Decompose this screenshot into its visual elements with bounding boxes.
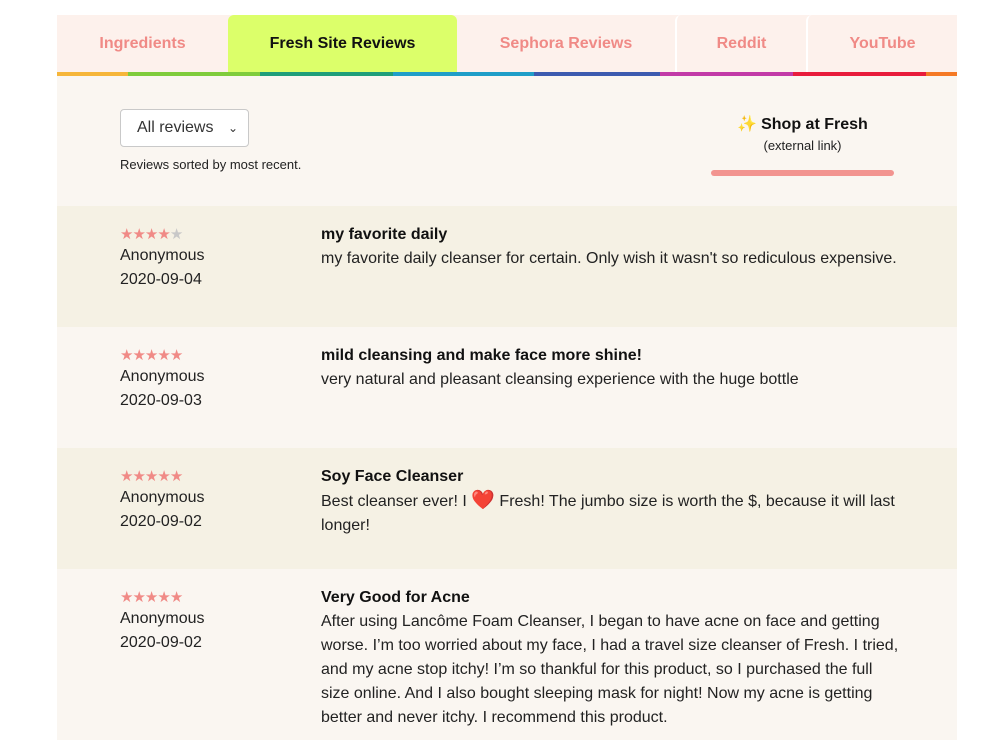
review-meta: ★★★★★ Anonymous 2020-09-04 xyxy=(120,226,300,292)
review-filter-select[interactable]: All reviews ⌄ xyxy=(120,109,249,147)
review-body: mild cleansing and make face more shine!… xyxy=(321,344,901,392)
star-rating: ★★★★★ xyxy=(120,226,300,244)
review-author: Anonymous xyxy=(120,247,205,264)
star-filled-icon: ★ xyxy=(169,468,183,485)
tab-youtube[interactable]: YouTube xyxy=(806,15,957,72)
sort-note: Reviews sorted by most recent. xyxy=(120,157,302,172)
shop-link-sublabel: (external link) xyxy=(763,138,842,153)
star-filled-icon: ★ xyxy=(144,589,158,606)
review-text: very natural and pleasant cleansing expe… xyxy=(321,371,799,388)
review-date: 2020-09-02 xyxy=(120,513,202,530)
review-date: 2020-09-04 xyxy=(120,271,202,288)
source-tabs: Ingredients Fresh Site Reviews Sephora R… xyxy=(57,15,957,72)
review-body: Soy Face Cleanser Best cleanser ever! I … xyxy=(321,465,901,538)
review-body: my favorite daily my favorite daily clea… xyxy=(321,223,901,271)
tab-ingredients[interactable]: Ingredients xyxy=(57,15,228,72)
review-meta: ★★★★★ Anonymous 2020-09-02 xyxy=(120,468,300,534)
review-row: ★★★★★ Anonymous 2020-09-04 my favorite d… xyxy=(57,206,957,327)
star-filled-icon: ★ xyxy=(120,347,133,364)
review-title: Very Good for Acne xyxy=(321,589,470,606)
star-filled-icon: ★ xyxy=(157,589,170,606)
reviews-panel: Ingredients Fresh Site Reviews Sephora R… xyxy=(57,15,957,740)
review-body: Very Good for Acne After using Lancôme F… xyxy=(321,586,901,730)
shop-link-underline xyxy=(711,170,894,176)
review-date: 2020-09-02 xyxy=(120,634,202,651)
star-rating: ★★★★★ xyxy=(120,589,300,607)
review-title: my favorite daily xyxy=(321,226,448,243)
heart-icon: ❤️ xyxy=(471,490,495,511)
chevron-down-icon: ⌄ xyxy=(227,121,238,135)
review-text-part: Best cleanser ever! I xyxy=(321,493,467,510)
star-filled-icon: ★ xyxy=(120,589,133,606)
review-text: my favorite daily cleanser for certain. … xyxy=(321,250,897,267)
star-filled-icon: ★ xyxy=(132,589,145,606)
star-filled-icon: ★ xyxy=(144,347,158,364)
star-filled-icon: ★ xyxy=(132,468,145,485)
tab-reddit[interactable]: Reddit xyxy=(675,15,806,72)
star-filled-icon: ★ xyxy=(169,589,183,606)
shop-link-label: Shop at Fresh xyxy=(761,116,868,133)
review-title: mild cleansing and make face more shine! xyxy=(321,347,642,364)
shop-link-title: ✨ Shop at Fresh xyxy=(711,114,894,134)
star-empty-icon: ★ xyxy=(169,226,183,243)
star-filled-icon: ★ xyxy=(120,468,133,485)
review-text: Best cleanser ever! I ❤️ Fresh! The jumb… xyxy=(321,489,901,538)
review-filter-value: All reviews xyxy=(137,119,214,136)
star-filled-icon: ★ xyxy=(157,347,170,364)
review-author: Anonymous xyxy=(120,368,205,385)
tab-sephora-reviews[interactable]: Sephora Reviews xyxy=(457,15,675,72)
shop-at-fresh-link[interactable]: ✨ Shop at Fresh (external link) xyxy=(711,114,894,176)
tab-fresh-site-reviews[interactable]: Fresh Site Reviews xyxy=(228,15,457,72)
review-row: ★★★★★ Anonymous 2020-09-02 Soy Face Clea… xyxy=(57,448,957,569)
review-meta: ★★★★★ Anonymous 2020-09-03 xyxy=(120,347,300,413)
review-author: Anonymous xyxy=(120,489,205,506)
star-filled-icon: ★ xyxy=(132,226,145,243)
review-text: After using Lancôme Foam Cleanser, I beg… xyxy=(321,613,899,726)
star-filled-icon: ★ xyxy=(120,226,133,243)
star-rating: ★★★★★ xyxy=(120,347,300,365)
star-rating: ★★★★★ xyxy=(120,468,300,486)
star-filled-icon: ★ xyxy=(144,226,158,243)
star-filled-icon: ★ xyxy=(132,347,145,364)
review-date: 2020-09-03 xyxy=(120,392,202,409)
star-filled-icon: ★ xyxy=(169,347,183,364)
star-filled-icon: ★ xyxy=(157,226,170,243)
review-controls: All reviews ⌄ Reviews sorted by most rec… xyxy=(57,76,957,206)
review-row: ★★★★★ Anonymous 2020-09-03 mild cleansin… xyxy=(57,327,957,448)
sparkles-icon: ✨ xyxy=(737,116,758,133)
star-filled-icon: ★ xyxy=(157,468,170,485)
star-filled-icon: ★ xyxy=(144,468,158,485)
review-meta: ★★★★★ Anonymous 2020-09-02 xyxy=(120,589,300,655)
review-row: ★★★★★ Anonymous 2020-09-02 Very Good for… xyxy=(57,569,957,740)
review-title: Soy Face Cleanser xyxy=(321,468,464,485)
review-author: Anonymous xyxy=(120,610,205,627)
